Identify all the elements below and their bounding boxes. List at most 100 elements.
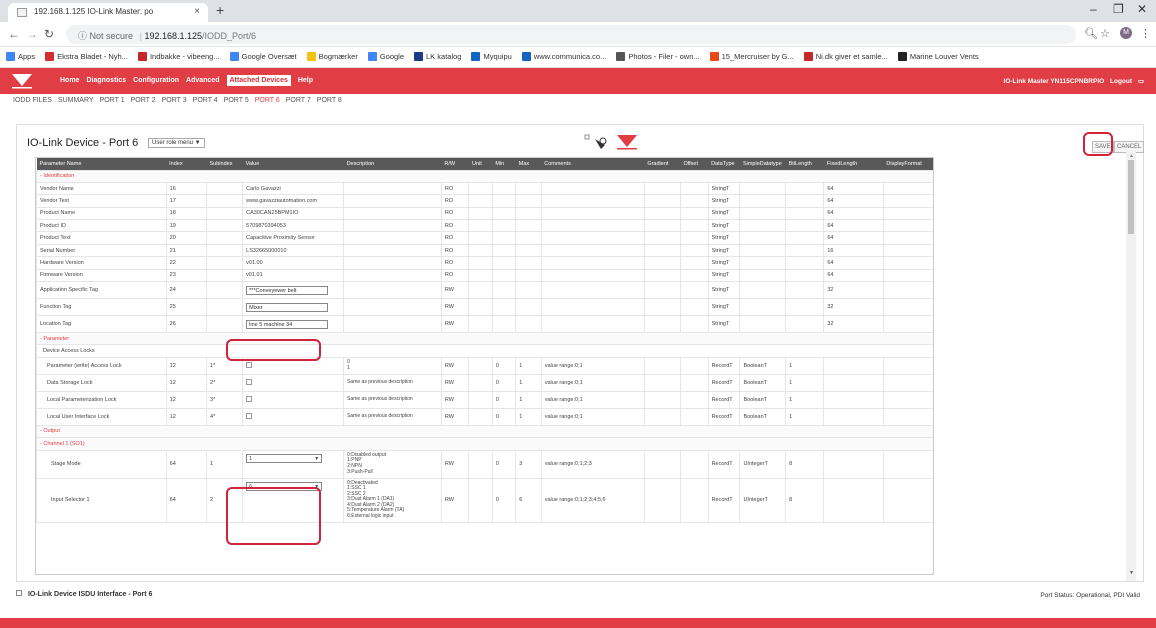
restore-icon[interactable]: ❐ <box>1113 2 1124 16</box>
bookmark-item[interactable]: LK katalog <box>414 52 461 61</box>
nav-item[interactable]: Attached Devices <box>226 75 291 86</box>
scroll-down-icon[interactable]: ▼ <box>1129 570 1134 576</box>
bookmark-item[interactable]: Photos - Filer - own... <box>616 52 700 61</box>
lock-checkbox[interactable] <box>246 361 253 368</box>
bookmark-item[interactable]: Google <box>367 52 404 61</box>
reload-icon[interactable]: ↻ <box>44 27 54 41</box>
table-cell <box>785 315 825 334</box>
subnav-item[interactable]: PORT 3 <box>162 97 187 104</box>
subnav-item[interactable]: PORT 6 <box>255 97 280 104</box>
tag-input[interactable]: line 5 machine 34 <box>246 319 329 329</box>
scrollbar-thumb[interactable] <box>1128 160 1134 234</box>
lock-checkbox[interactable] <box>246 378 253 385</box>
nav-item[interactable]: Advanced <box>186 77 219 84</box>
bookmark-item[interactable]: www.communica.co... <box>521 52 606 61</box>
param-datatype: StringT <box>707 219 741 233</box>
param-name: Firmware Version <box>36 268 167 283</box>
param-max: 3 <box>515 449 542 479</box>
bookmark-item[interactable]: Indbakke - vibeeng... <box>137 52 220 61</box>
address-row: ← → ↻ ⓘ Not secure | 192.168.1.125/IODD_… <box>0 22 1156 47</box>
tab-close-icon[interactable]: × <box>194 6 200 17</box>
minimize-icon[interactable]: – <box>1090 2 1097 16</box>
nav-item[interactable]: Help <box>298 77 313 84</box>
zoom-icon[interactable]: 🔍︎ <box>1084 27 1098 40</box>
param-value-cell <box>242 373 345 392</box>
nav-item[interactable]: Diagnostics <box>86 77 126 84</box>
table-cell <box>468 477 493 523</box>
subnav-item[interactable]: SUMMARY <box>58 97 94 104</box>
logout-link[interactable]: Logout <box>1110 78 1132 85</box>
bookmark-item[interactable]: Ni.dk giver et samle... <box>803 52 888 61</box>
tag-input[interactable]: ***Conveyewer belt <box>246 285 329 295</box>
info-icon[interactable]: ⓘ <box>78 31 87 41</box>
menu-kebab-icon[interactable]: ⋮ <box>1140 27 1151 40</box>
bookmark-item[interactable]: Apps <box>6 52 35 61</box>
bookmark-item[interactable]: 15_Mercruiser by G... <box>709 52 794 61</box>
lock-checkbox[interactable] <box>246 395 253 402</box>
bookmark-star-icon[interactable]: ☆ <box>1100 27 1110 40</box>
param-name: Local User Interface Lock <box>36 407 167 426</box>
back-icon[interactable]: ← <box>8 27 20 41</box>
bookmark-item[interactable]: Myquipu <box>471 52 512 61</box>
table-cell <box>643 206 681 221</box>
isdu-section[interactable]: IO-Link Device ISDU Interface - Port 6 <box>16 590 152 598</box>
nav-item[interactable]: Home <box>60 77 79 84</box>
table-cell <box>785 194 825 208</box>
scroll-up-icon[interactable]: ▲ <box>1129 153 1134 159</box>
url-bar[interactable]: ⓘ Not secure | 192.168.1.125/IODD_Port/6 <box>66 25 1076 44</box>
bookmark-item[interactable]: Bogmærker <box>306 52 358 61</box>
profile-avatar[interactable]: M <box>1120 27 1132 39</box>
param-max: 1 <box>515 373 542 392</box>
forward-icon[interactable]: → <box>26 27 38 41</box>
nav-item[interactable]: Configuration <box>133 77 179 84</box>
bookmark-item[interactable]: Ekstra Bladet - Nyh... <box>45 52 128 61</box>
table-cell <box>540 298 645 317</box>
user-role-menu[interactable]: User role menu ▼ <box>148 138 205 148</box>
value-select[interactable]: 1 <box>246 453 323 463</box>
table-cell <box>882 194 933 208</box>
table-cell <box>739 281 787 300</box>
table-cell <box>468 181 493 196</box>
table-cell <box>823 477 884 523</box>
new-tab-icon[interactable]: + <box>216 2 224 18</box>
subnav-item[interactable]: PORT 5 <box>224 97 249 104</box>
param-comments: value range:0;1 <box>540 407 645 426</box>
subnav-item[interactable]: PORT 4 <box>193 97 218 104</box>
subnav-item[interactable]: PORT 8 <box>317 97 342 104</box>
subnav-item[interactable]: PORT 1 <box>100 97 125 104</box>
window-close-icon[interactable]: ✕ <box>1137 2 1147 16</box>
param-min: 0 <box>491 477 517 523</box>
column-header: Subindex <box>206 158 243 170</box>
tag-input[interactable]: Mixer <box>246 302 329 312</box>
carlo-gavazzi-logo <box>8 71 36 91</box>
subnav-item[interactable]: PORT 7 <box>286 97 311 104</box>
param-rw: RW <box>440 449 470 479</box>
expand-plus-icon[interactable] <box>16 590 22 596</box>
table-cell <box>468 231 493 245</box>
lock-checkbox[interactable] <box>246 412 253 419</box>
subnav-item[interactable]: PORT 2 <box>131 97 156 104</box>
subnav-item[interactable]: IODD FILES <box>13 97 52 104</box>
table-row: Parameter (write) Access Lock 12 1* 0 1 RW 0 1… <box>36 356 933 375</box>
param-datatype: StringT <box>707 231 741 245</box>
table-cell <box>515 194 542 208</box>
browser-tab[interactable]: 192.168.1.125 IO-Link Master: po × <box>8 3 208 22</box>
table-cell <box>882 449 933 479</box>
table-cell <box>643 256 681 270</box>
table-cell <box>206 298 244 317</box>
table-cell <box>515 206 542 221</box>
param-comments: value range:0;1;2;3 <box>540 449 645 479</box>
bookmark-item[interactable]: Google Oversæt <box>229 52 297 61</box>
language-flag-icon[interactable]: ▭ <box>1138 78 1144 85</box>
section-row: - Identification <box>36 169 933 183</box>
table-cell <box>882 181 933 196</box>
param-simple-datatype: BooleanT <box>739 390 787 409</box>
param-value: v01.01 <box>242 268 345 283</box>
bookmark-item[interactable]: Marine Louver Vents <box>897 52 979 61</box>
table-cell <box>739 194 787 208</box>
param-simple-datatype: BooleanT <box>739 356 787 375</box>
table-cell <box>785 181 825 196</box>
table-row: Application Specific Tag 24 ***Conveyewer … <box>36 281 933 300</box>
column-header: Unit <box>468 158 493 170</box>
column-header: Value <box>242 158 344 170</box>
